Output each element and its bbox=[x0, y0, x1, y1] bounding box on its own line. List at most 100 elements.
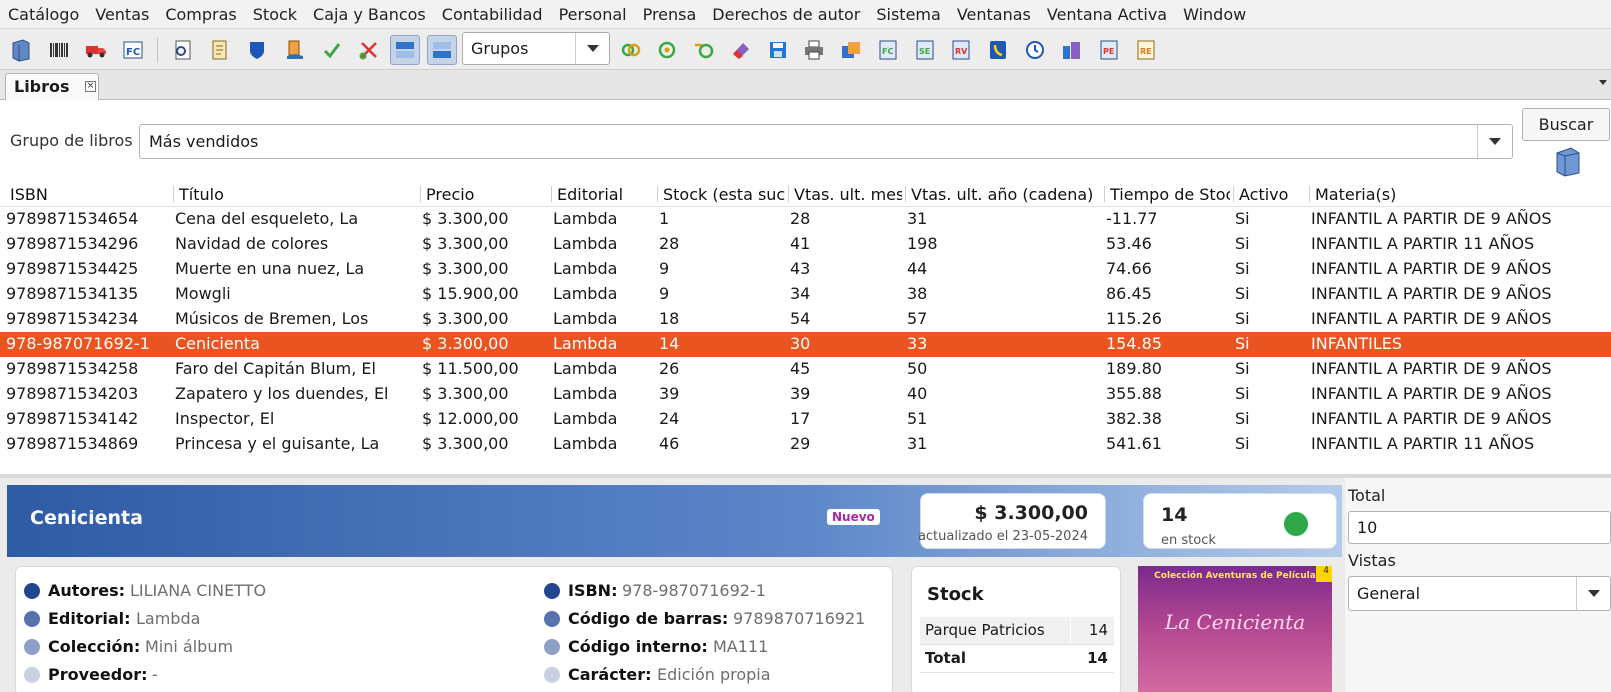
menu-item[interactable]: Prensa bbox=[635, 0, 705, 29]
doc-pe-icon[interactable]: PE bbox=[1094, 35, 1124, 65]
table-cell: 43 bbox=[790, 259, 811, 278]
metadata-value: LILIANA CINETTO bbox=[130, 581, 267, 600]
chevron-down-icon[interactable] bbox=[1576, 577, 1610, 610]
chevron-down-icon[interactable] bbox=[1477, 125, 1512, 158]
tab-libros[interactable]: Libros × bbox=[5, 73, 99, 100]
bullet-dot-icon bbox=[24, 639, 40, 655]
save-icon[interactable] bbox=[763, 35, 793, 65]
notepad-icon[interactable] bbox=[205, 35, 235, 65]
column-header[interactable]: Vtas. ult. año (cadena) bbox=[911, 185, 1102, 204]
column-divider[interactable] bbox=[788, 186, 789, 202]
book-group-select[interactable]: Más vendidos bbox=[139, 124, 1513, 159]
table-row[interactable]: 9789871534258 Faro del Capitán Blum, El $ … bbox=[0, 357, 1611, 382]
doc-se-icon[interactable]: SE bbox=[910, 35, 940, 65]
column-divider[interactable] bbox=[1233, 186, 1234, 202]
book-icon[interactable] bbox=[1551, 145, 1583, 177]
column-header[interactable]: Editorial bbox=[557, 185, 653, 204]
column-divider[interactable] bbox=[657, 186, 658, 202]
close-icon[interactable]: × bbox=[85, 81, 96, 92]
checkmark-icon[interactable] bbox=[317, 35, 347, 65]
eraser-icon[interactable] bbox=[726, 35, 756, 65]
column-divider[interactable] bbox=[420, 186, 421, 202]
new-badge: Nuevo bbox=[827, 509, 880, 525]
table-cell: 38 bbox=[907, 284, 928, 303]
document-search-icon[interactable] bbox=[168, 35, 198, 65]
column-divider[interactable] bbox=[1104, 186, 1105, 202]
clock-icon[interactable] bbox=[1020, 35, 1050, 65]
column-divider[interactable] bbox=[551, 186, 552, 202]
table-row[interactable]: 9789871534869 Princesa y el guisante, La $… bbox=[0, 432, 1611, 457]
column-divider[interactable] bbox=[1309, 186, 1310, 202]
phone-book-icon[interactable] bbox=[983, 35, 1013, 65]
barcode-icon[interactable] bbox=[44, 35, 74, 65]
buildings-icon[interactable] bbox=[1057, 35, 1087, 65]
column-divider[interactable] bbox=[905, 186, 906, 202]
column-header[interactable]: Stock (esta suc. bbox=[663, 185, 785, 204]
books-table: ISBN Título Precio Editorial Stock (esta suc… bbox=[0, 181, 1611, 476]
scissors-icon[interactable] bbox=[354, 35, 384, 65]
book-icon[interactable] bbox=[6, 35, 36, 65]
column-header[interactable]: Materia(s) bbox=[1315, 185, 1609, 204]
column-header[interactable]: Precio bbox=[426, 185, 549, 204]
table-cell: INFANTIL A PARTIR 11 AÑOS bbox=[1311, 434, 1535, 453]
menu-item[interactable]: Stock bbox=[245, 0, 305, 29]
table-cell: INFANTILES bbox=[1311, 334, 1403, 353]
column-header[interactable]: Vtas. ult. mes bbox=[794, 185, 902, 204]
table-cell: 154.85 bbox=[1106, 334, 1162, 353]
menu-item[interactable]: Contabilidad bbox=[434, 0, 551, 29]
printer-icon[interactable] bbox=[799, 35, 829, 65]
table-cell: 9789871534135 bbox=[6, 284, 139, 303]
column-divider[interactable] bbox=[173, 186, 174, 202]
folders-icon[interactable] bbox=[836, 35, 866, 65]
table-row-selected[interactable]: 978-987071692-1 Cenicienta $ 3.300,00 Lambd… bbox=[0, 332, 1611, 357]
table-cell: INFANTIL A PARTIR DE 9 AÑOS bbox=[1311, 359, 1552, 378]
table-row[interactable]: 9789871534654 Cena del esqueleto, La $ 3.3… bbox=[0, 207, 1611, 232]
menu-item[interactable]: Sistema bbox=[868, 0, 948, 29]
menu-item[interactable]: Caja y Bancos bbox=[305, 0, 434, 29]
doc-fc-icon[interactable]: FC bbox=[873, 35, 903, 65]
table-cell: 978-987071692-1 bbox=[6, 334, 150, 353]
menu-item[interactable]: Window bbox=[1175, 0, 1254, 29]
table-cell: 26 bbox=[659, 359, 680, 378]
shield-icon[interactable] bbox=[242, 35, 272, 65]
table-row[interactable]: 9789871534234 Músicos de Bremen, Los $ 3.3… bbox=[0, 307, 1611, 332]
column-header[interactable]: Título bbox=[179, 185, 417, 204]
invoice-fc-icon[interactable]: FC bbox=[118, 35, 148, 65]
table-row[interactable]: 9789871534135 Mowgli $ 15.900,00 Lambda 9 34 3… bbox=[0, 282, 1611, 307]
groups-combo[interactable]: Grupos bbox=[462, 32, 610, 65]
views-select[interactable]: General bbox=[1348, 576, 1611, 611]
menu-item[interactable]: Catálogo bbox=[0, 0, 87, 29]
chevron-down-icon[interactable] bbox=[575, 33, 609, 64]
tab-menu-arrow-icon[interactable] bbox=[1599, 80, 1607, 85]
table-cell: INFANTIL A PARTIR DE 9 AÑOS bbox=[1311, 409, 1552, 428]
stock-caption: en stock bbox=[1161, 533, 1216, 548]
column-header[interactable]: Activo bbox=[1239, 185, 1307, 204]
table-row[interactable]: 9789871534296 Navidad de colores $ 3.300,0… bbox=[0, 232, 1611, 257]
column-header[interactable]: ISBN bbox=[10, 185, 171, 204]
menu-item[interactable]: Compras bbox=[157, 0, 244, 29]
menu-item[interactable]: Derechos de autor bbox=[704, 0, 868, 29]
table-cell: $ 11.500,00 bbox=[422, 359, 519, 378]
link-rings-icon[interactable] bbox=[616, 35, 646, 65]
table-cell: Si bbox=[1235, 409, 1250, 428]
menu-item[interactable]: Ventas bbox=[87, 0, 157, 29]
table-cell: INFANTIL A PARTIR DE 9 AÑOS bbox=[1311, 384, 1552, 403]
layout-top-icon[interactable] bbox=[390, 35, 420, 65]
table-row[interactable]: 9789871534142 Inspector, El $ 12.000,00 Lam… bbox=[0, 407, 1611, 432]
menu-item[interactable]: Ventanas bbox=[949, 0, 1039, 29]
table-row[interactable]: 9789871534203 Zapatero y los duendes, El $… bbox=[0, 382, 1611, 407]
table-row[interactable]: 9789871534425 Muerte en una nuez, La $ 3.3… bbox=[0, 257, 1611, 282]
layout-split-icon[interactable] bbox=[427, 35, 457, 65]
total-field[interactable]: 10 bbox=[1348, 511, 1611, 544]
target-icon[interactable] bbox=[652, 35, 682, 65]
doc-rv-icon[interactable]: RV bbox=[946, 35, 976, 65]
hand-pay-icon[interactable] bbox=[280, 35, 310, 65]
truck-icon[interactable] bbox=[81, 35, 111, 65]
search-button[interactable]: Buscar bbox=[1522, 108, 1610, 141]
column-header[interactable]: Tiempo de Stoc bbox=[1110, 185, 1230, 204]
ring-key-icon[interactable] bbox=[689, 35, 719, 65]
menu-item[interactable]: Personal bbox=[551, 0, 635, 29]
metadata-value: 9789870716921 bbox=[733, 609, 866, 628]
menu-item[interactable]: Ventana Activa bbox=[1039, 0, 1175, 29]
doc-re-icon[interactable]: RE bbox=[1131, 35, 1161, 65]
